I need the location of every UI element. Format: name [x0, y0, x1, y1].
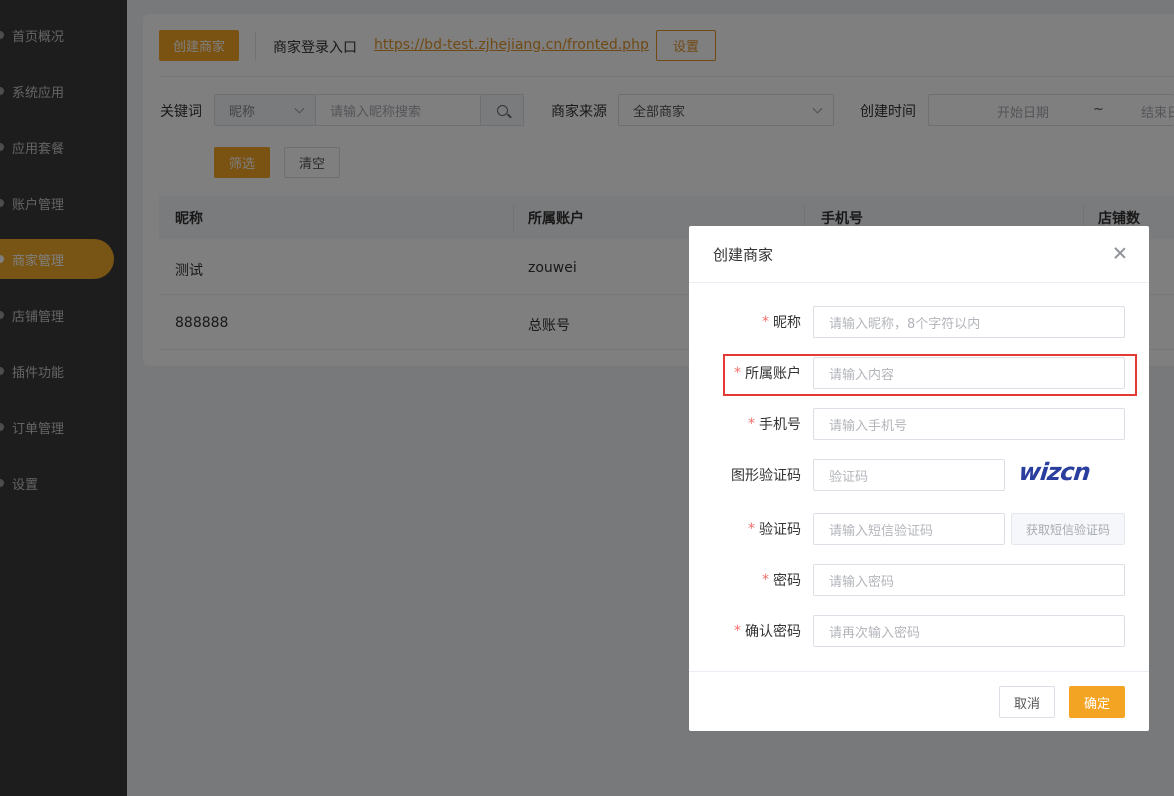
highlight-box	[723, 354, 1137, 396]
cancel-button[interactable]: 取消	[999, 686, 1055, 718]
nickname-label-text: 昵称	[773, 315, 801, 331]
password-input[interactable]: 请输入密码	[813, 564, 1125, 596]
required-mark: *	[734, 623, 741, 639]
password-label: * 密码	[762, 564, 801, 596]
required-mark: *	[748, 416, 755, 432]
required-mark: *	[762, 572, 769, 588]
sms-code-label-text: 验证码	[759, 522, 801, 538]
confirm-button[interactable]: 确定	[1069, 686, 1125, 718]
dialog-footer-divider	[689, 671, 1149, 672]
nickname-label: * 昵称	[762, 306, 801, 338]
captcha-image[interactable]: wizcn	[1018, 458, 1092, 486]
password-label-text: 密码	[773, 573, 801, 589]
dialog-title: 创建商家	[713, 246, 774, 264]
captcha-input[interactable]: 验证码	[813, 459, 1005, 491]
required-mark: *	[762, 314, 769, 330]
nickname-input[interactable]: 请输入昵称，8个字符以内	[813, 306, 1125, 338]
captcha-label-text: 图形验证码	[731, 468, 801, 484]
create-merchant-dialog: 创建商家 * 昵称 请输入昵称，8个字符以内 * 所属账户 请输入内容 * 手机号 请…	[689, 226, 1149, 731]
sms-code-input[interactable]: 请输入短信验证码	[813, 513, 1005, 545]
get-sms-code-button[interactable]: 获取短信验证码	[1011, 513, 1125, 545]
required-mark: *	[748, 521, 755, 537]
sms-code-label: * 验证码	[748, 513, 801, 545]
confirm-password-label-text: 确认密码	[745, 624, 801, 640]
phone-label-text: 手机号	[759, 417, 801, 433]
confirm-password-label: * 确认密码	[734, 615, 801, 647]
phone-input[interactable]: 请输入手机号	[813, 408, 1125, 440]
close-icon[interactable]	[1113, 246, 1127, 260]
captcha-label: 图形验证码	[731, 459, 801, 491]
confirm-password-input[interactable]: 请再次输入密码	[813, 615, 1125, 647]
phone-label: * 手机号	[748, 408, 801, 440]
dialog-header-divider	[689, 282, 1149, 283]
